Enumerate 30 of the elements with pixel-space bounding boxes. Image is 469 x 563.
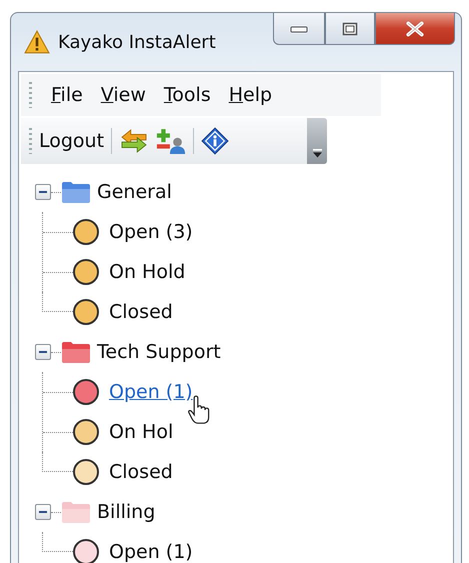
menu-item[interactable]: File [42,84,92,106]
status-link[interactable]: Open (1) [109,381,193,403]
warning-icon [24,30,50,54]
status-link[interactable]: Open (3) [109,221,193,243]
swap-arrows-icon[interactable] [119,129,150,153]
collapse-toggle[interactable] [35,184,51,200]
menu-item[interactable]: Tools [154,84,220,106]
collapse-toggle[interactable] [35,504,51,520]
close-button[interactable] [375,13,455,45]
maximize-icon [342,22,358,36]
status-link[interactable]: Closed [109,301,173,323]
add-remove-user-icon[interactable] [156,128,186,154]
caret-icon [312,149,322,158]
close-icon [406,20,424,36]
minimize-button[interactable] [273,13,325,45]
status-link[interactable]: On Hol [109,421,174,443]
status-link[interactable]: Closed [109,461,173,483]
overflow-button[interactable] [307,118,327,164]
folder-label[interactable]: General [97,181,172,203]
logout-button[interactable]: Logout [39,130,104,152]
status-link[interactable]: On Hold [109,261,186,283]
menu-item[interactable]: Help [220,84,282,106]
folder-label[interactable]: Tech Support [97,341,221,363]
window-title: Kayako InstaAlert [58,32,216,52]
maximize-button[interactable] [325,13,375,45]
info-icon[interactable] [201,127,230,155]
folder-label[interactable]: Billing [97,501,156,523]
menu-item[interactable]: View [92,84,155,106]
collapse-toggle[interactable] [35,344,51,360]
status-link[interactable]: Open (1) [109,541,193,563]
